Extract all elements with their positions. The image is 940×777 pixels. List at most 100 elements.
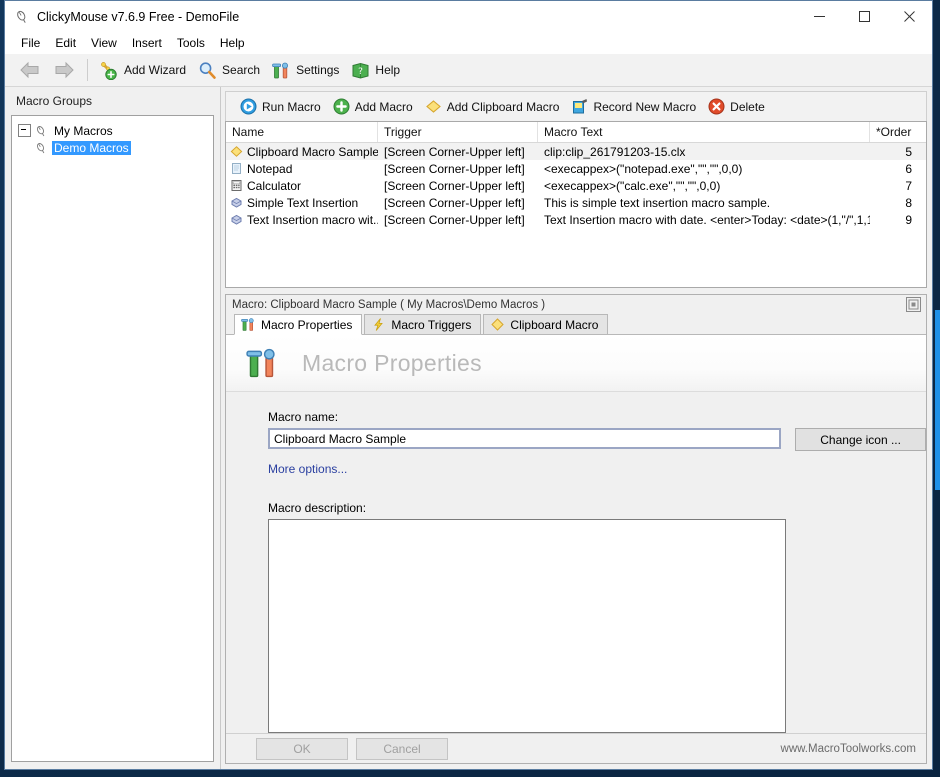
table-row[interactable]: Notepad [Screen Corner-Upper left] <exec… xyxy=(226,160,926,177)
application-window: ClickyMouse v7.6.9 Free - DemoFile File … xyxy=(4,0,933,770)
row-order-cell: 9 xyxy=(905,212,912,227)
back-button[interactable] xyxy=(13,57,47,83)
expander-icon[interactable] xyxy=(18,124,31,137)
macro-groups-tree[interactable]: My Macros Demo Macros xyxy=(11,115,214,762)
tab-macro-triggers[interactable]: Macro Triggers xyxy=(364,314,482,334)
cancel-button[interactable]: Cancel xyxy=(356,737,448,760)
tree-item-my-macros[interactable]: My Macros xyxy=(12,122,213,139)
macro-name-row: Change icon ... xyxy=(268,428,926,451)
properties-banner-title: Macro Properties xyxy=(302,349,482,376)
tools-icon xyxy=(272,61,291,80)
detail-footer: OK Cancel www.MacroToolworks.com xyxy=(226,733,926,763)
wand-add-icon xyxy=(100,61,119,80)
tab-clipboard-macro[interactable]: Clipboard Macro xyxy=(483,314,609,334)
website-link[interactable]: www.MacroToolworks.com xyxy=(781,743,916,755)
hex-blue-icon xyxy=(230,196,243,209)
macro-detail-panel: Macro: Clipboard Macro Sample ( My Macro… xyxy=(225,294,927,764)
screen: ClickyMouse v7.6.9 Free - DemoFile File … xyxy=(0,0,940,777)
plus-green-icon xyxy=(333,98,350,115)
macro-description-textarea[interactable] xyxy=(268,519,786,733)
run-macro-label: Run Macro xyxy=(262,99,321,114)
row-name-label: Calculator xyxy=(247,178,302,193)
macro-group-icon xyxy=(34,124,48,138)
calculator-icon xyxy=(230,179,243,192)
run-macro-button[interactable]: Run Macro xyxy=(234,94,327,120)
row-name-cell: Simple Text Insertion xyxy=(226,196,378,210)
menu-view[interactable]: View xyxy=(84,34,125,53)
row-macro-text-cell: This is simple text insertion macro samp… xyxy=(544,195,771,210)
tab-macro-properties[interactable]: Macro Properties xyxy=(234,314,363,335)
add-macro-button[interactable]: Add Macro xyxy=(327,94,419,120)
minimize-icon xyxy=(814,16,825,17)
window-title: ClickyMouse v7.6.9 Free - DemoFile xyxy=(37,9,240,24)
forward-button[interactable] xyxy=(47,57,81,83)
tab-panel-macro-properties: Macro Properties Macro name: Change icon… xyxy=(226,335,926,763)
column-header-name[interactable]: Name xyxy=(226,122,378,142)
more-options-link[interactable]: More options... xyxy=(268,462,347,476)
column-header-order[interactable]: *Order xyxy=(870,122,926,142)
search-button[interactable]: Search xyxy=(192,57,266,83)
menu-insert[interactable]: Insert xyxy=(125,34,170,53)
column-header-macro-text[interactable]: Macro Text xyxy=(538,122,870,142)
macro-detail-pane: Run Macro Add Macro Add Clipboard Macro … xyxy=(221,87,932,769)
add-clipboard-macro-label: Add Clipboard Macro xyxy=(446,99,560,114)
menu-edit[interactable]: Edit xyxy=(48,34,84,53)
restore-panel-icon[interactable] xyxy=(906,297,921,312)
detail-header: Macro: Clipboard Macro Sample ( My Macro… xyxy=(226,295,926,314)
menu-file[interactable]: File xyxy=(14,34,48,53)
tree-item-demo-macros[interactable]: Demo Macros xyxy=(12,139,213,156)
tab-clipboard-macro-label: Clipboard Macro xyxy=(510,317,599,332)
delete-button[interactable]: Delete xyxy=(702,94,771,120)
row-name-label: Simple Text Insertion xyxy=(247,195,359,210)
add-wizard-button[interactable]: Add Wizard xyxy=(94,57,192,83)
delete-red-icon xyxy=(708,98,725,115)
change-icon-button[interactable]: Change icon ... xyxy=(795,428,926,451)
edge-scrollbar[interactable] xyxy=(935,310,940,490)
close-button[interactable] xyxy=(887,1,932,32)
row-trigger-cell: [Screen Corner-Upper left] xyxy=(384,144,525,159)
table-row[interactable]: Clipboard Macro Sample [Screen Corner-Up… xyxy=(226,143,926,160)
search-label: Search xyxy=(222,63,261,77)
tree-label-demo-macros: Demo Macros xyxy=(52,140,131,155)
row-order-cell: 7 xyxy=(905,178,912,193)
diamond-yellow-icon xyxy=(230,145,243,158)
table-row[interactable]: Text Insertion macro wit... [Screen Corn… xyxy=(226,211,926,228)
minimize-button[interactable] xyxy=(797,1,842,32)
row-name-label: Notepad xyxy=(247,161,293,176)
add-clipboard-macro-button[interactable]: Add Clipboard Macro xyxy=(419,94,566,120)
macro-list[interactable]: Name Trigger Macro Text *Order Clipboard… xyxy=(225,121,927,288)
column-header-trigger[interactable]: Trigger xyxy=(378,122,538,142)
forward-arrow-icon xyxy=(55,61,74,79)
record-notebook-icon xyxy=(571,98,588,115)
main-toolbar: Add Wizard Search Settings ? Help xyxy=(5,54,932,87)
row-name-cell: Clipboard Macro Sample xyxy=(226,145,378,159)
row-name-label: Clipboard Macro Sample xyxy=(247,144,378,159)
menu-bar: File Edit View Insert Tools Help xyxy=(5,32,932,54)
detail-header-text: Macro: Clipboard Macro Sample ( My Macro… xyxy=(232,298,546,311)
add-wizard-label: Add Wizard xyxy=(124,63,187,77)
diamond-yellow-icon xyxy=(425,98,442,115)
table-row[interactable]: Simple Text Insertion [Screen Corner-Upp… xyxy=(226,194,926,211)
magnifier-icon xyxy=(198,61,217,80)
row-macro-text-cell: clip:clip_261791203-15.clx xyxy=(544,144,686,159)
menu-help[interactable]: Help xyxy=(213,34,253,53)
svg-text:?: ? xyxy=(359,67,364,77)
notepad-icon xyxy=(230,162,243,175)
toolbar-separator xyxy=(87,59,88,81)
maximize-button[interactable] xyxy=(842,1,887,32)
tools-icon xyxy=(241,317,256,332)
record-new-macro-button[interactable]: Record New Macro xyxy=(565,94,702,120)
ok-button[interactable]: OK xyxy=(256,737,348,760)
menu-tools[interactable]: Tools xyxy=(170,34,213,53)
settings-label: Settings xyxy=(296,63,340,77)
macro-description-label: Macro description: xyxy=(268,501,367,515)
table-row[interactable]: Calculator [Screen Corner-Upper left] <e… xyxy=(226,177,926,194)
settings-button[interactable]: Settings xyxy=(266,57,345,83)
macro-name-input[interactable] xyxy=(268,428,782,449)
diamond-yellow-icon xyxy=(490,317,505,332)
help-button[interactable]: ? Help xyxy=(345,57,406,83)
row-order-cell: 8 xyxy=(905,195,912,210)
add-macro-label: Add Macro xyxy=(354,99,413,114)
row-macro-text-cell: <execappex>("calc.exe","","",0,0) xyxy=(544,178,721,193)
row-trigger-cell: [Screen Corner-Upper left] xyxy=(384,161,525,176)
